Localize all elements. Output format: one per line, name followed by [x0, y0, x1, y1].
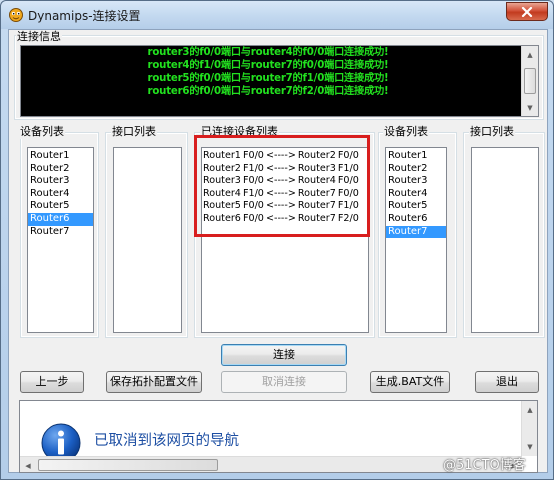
left-device-label: 设备列表	[19, 125, 65, 139]
exit-button[interactable]: 退出	[475, 371, 539, 393]
left-port-list[interactable]	[113, 147, 182, 333]
right-port-label: 接口列表	[469, 125, 515, 139]
right-device-list[interactable]: Router1 Router2 Router3 Router4 Router5 Route…	[385, 147, 447, 333]
device-list-item[interactable]: Router3	[28, 175, 93, 188]
scroll-up-arrow[interactable]: ▲	[522, 46, 538, 63]
left-device-list[interactable]: Router1 Router2 Router3 Router4 Router5 Route…	[27, 147, 94, 333]
device-list-item[interactable]: Router6	[386, 213, 446, 226]
device-list-item[interactable]: Router1	[28, 150, 93, 163]
scroll-thumb[interactable]	[524, 68, 536, 94]
info-log: router3的f0/0端口与router4的f0/0端口连接成功! router…	[20, 45, 539, 117]
device-list-item[interactable]: Router7	[386, 225, 446, 239]
prev-step-button[interactable]: 上一步	[20, 371, 84, 393]
client-area: 连接信息 router3的f0/0端口与router4的f0/0端口连接成功! r…	[8, 29, 548, 473]
browser-vertical-scrollbar[interactable]: ▲ ▼	[521, 401, 537, 456]
info-lines: router3的f0/0端口与router4的f0/0端口连接成功! router…	[21, 46, 515, 113]
watermark: @51CTO博客	[443, 458, 526, 473]
info-log-line: router4的f1/0端口与router7的f0/0端口连接成功!	[147, 60, 389, 71]
device-list-item[interactable]: Router5	[386, 200, 446, 213]
info-log-line: router5的f0/0端口与router7的f1/0端口连接成功!	[147, 73, 389, 84]
info-group: 连接信息 router3的f0/0端口与router4的f0/0端口连接成功! r…	[14, 30, 544, 120]
connect-button[interactable]: 连接	[221, 344, 347, 366]
title-bar: Dynamips-连接设置	[1, 1, 553, 29]
right-port-list[interactable]	[471, 147, 539, 333]
left-device-group: 设备列表 Router1 Router2 Router3 Router4 Router5…	[19, 125, 99, 338]
device-list-item[interactable]: Router2	[28, 163, 93, 176]
browser-scroll-down-arrow[interactable]: ▼	[522, 438, 537, 455]
navigation-cancelled-message: 已取消到该网页的导航	[94, 433, 239, 449]
device-list-item[interactable]: Router4	[386, 188, 446, 201]
device-list-item[interactable]: Router7	[28, 226, 93, 239]
left-port-group: 接口列表	[105, 125, 188, 338]
close-button[interactable]	[506, 2, 548, 21]
device-list-item[interactable]: Router2	[386, 163, 446, 176]
browser-hscroll-thumb[interactable]	[38, 459, 218, 471]
info-log-line: router3的f0/0端口与router4的f0/0端口连接成功!	[147, 47, 389, 58]
device-list-item[interactable]: Router5	[28, 200, 93, 213]
close-icon	[521, 6, 533, 17]
device-list-item[interactable]: Router6	[28, 212, 93, 226]
dynamips-window: Dynamips-连接设置 连接信息 router3的f0/0端口与router…	[0, 0, 554, 480]
right-device-group: 设备列表 Router1 Router2 Router3 Router4 Router5…	[378, 125, 457, 338]
info-vertical-scrollbar[interactable]: ▲ ▼	[521, 46, 538, 116]
device-list-item[interactable]: Router3	[386, 175, 446, 188]
scroll-down-arrow[interactable]: ▼	[522, 99, 538, 116]
annotation-highlight-box	[194, 135, 370, 237]
left-port-label: 接口列表	[111, 125, 157, 139]
device-list-item[interactable]: Router4	[28, 188, 93, 201]
browser-scroll-up-arrow[interactable]: ▲	[522, 401, 537, 418]
right-port-group: 接口列表	[463, 125, 545, 338]
info-group-label: 连接信息	[16, 30, 62, 44]
info-log-line: router6的f0/0端口与router7的f2/0端口连接成功!	[147, 86, 389, 97]
save-topology-button[interactable]: 保存拓扑配置文件	[106, 371, 202, 393]
dynamips-app-icon	[9, 8, 23, 22]
browser-scroll-left-arrow[interactable]: ◀	[20, 457, 36, 472]
window-title: Dynamips-连接设置	[28, 9, 141, 23]
device-list-item[interactable]: Router1	[386, 150, 446, 163]
right-device-label: 设备列表	[383, 125, 429, 139]
disconnect-button[interactable]: 取消连接	[221, 371, 347, 393]
generate-bat-button[interactable]: 生成.BAT文件	[370, 371, 450, 393]
